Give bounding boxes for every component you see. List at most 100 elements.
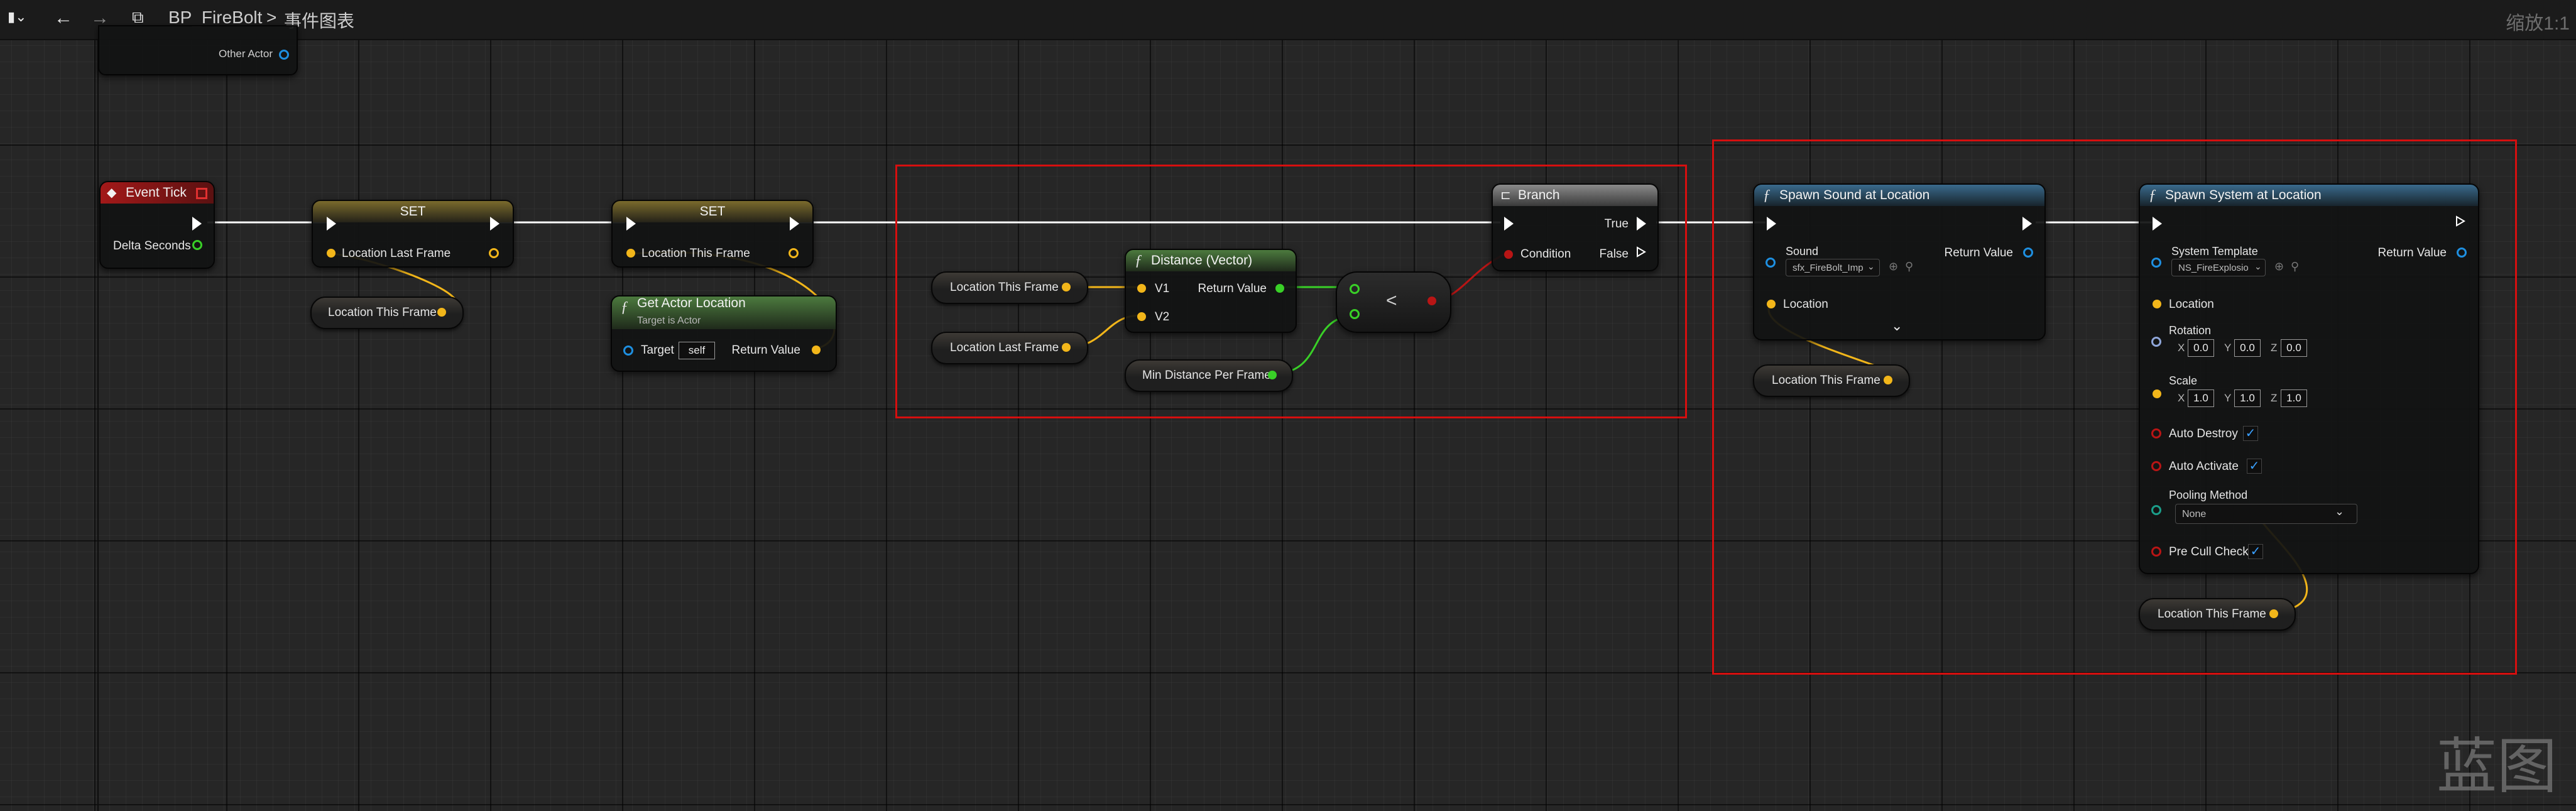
delegate-pin-icon[interactable] [196,188,207,199]
get-actor-location-node[interactable]: ƒ Get Actor Location Target is Actor Tar… [611,295,837,372]
browse-asset-icon[interactable]: ⊕ [1889,260,1898,273]
rotation-x-field[interactable]: 0.0 [2188,339,2214,357]
graph-menu-icon[interactable]: ▮⌄ [8,9,27,25]
target-self-field[interactable]: self [679,342,715,359]
getter-out-pin[interactable] [437,308,446,317]
get-actor-location-title: Get Actor Location [637,296,746,310]
event-tick-node[interactable]: ◆ Event Tick Delta Seconds [99,181,215,269]
v2-label: V2 [1155,310,1170,324]
location-pin[interactable] [1767,300,1776,308]
scale-z-field[interactable]: 1.0 [2281,389,2307,407]
location-last-frame-out-pin[interactable] [489,248,499,258]
condition-label: Condition [1520,248,1571,261]
delta-seconds-pin[interactable] [192,240,202,250]
location-this-frame-out-pin[interactable] [789,248,799,258]
rotation-y-field[interactable]: 0.0 [2234,339,2261,357]
scale-z-label: Z [2271,392,2278,404]
return-value-pin[interactable] [1275,284,1284,293]
exec-in-pin[interactable] [327,217,336,231]
auto-activate-pin[interactable] [2151,461,2161,471]
spawn-sound-header: ƒ Spawn Sound at Location [1754,185,2044,206]
search-icon[interactable]: ⚲ [2291,260,2299,273]
auto-destroy-pin[interactable] [2151,428,2161,438]
v1-label: V1 [1155,282,1170,295]
spawn-system-title: Spawn System at Location [2165,188,2322,202]
result-pin[interactable] [1427,297,1436,305]
v2-pin[interactable] [1137,312,1146,321]
return-value-pin[interactable] [2457,248,2467,258]
branch-node[interactable]: ⊏ Branch Condition True False [1492,183,1659,271]
distance-vector-node[interactable]: ƒ Distance (Vector) V1 V2 Return Value [1125,249,1297,333]
spawn-system-at-location-node[interactable]: ƒ Spawn System at Location System Templa… [2139,183,2479,574]
location-last-frame-in-pin[interactable] [327,249,336,258]
sound-pin[interactable] [1766,258,1776,268]
exec-out-pin[interactable] [790,217,799,231]
min-distance-per-frame-getter[interactable]: Min Distance Per Frame [1125,359,1293,392]
false-exec-pin[interactable] [1636,246,1646,258]
location-this-frame-getter[interactable]: Location This Frame [310,297,464,329]
target-pin[interactable] [623,346,633,356]
exec-out-pin[interactable] [490,217,499,231]
condition-pin[interactable] [1504,250,1513,259]
location-this-frame-getter[interactable]: Location This Frame [1753,364,1910,397]
exec-in-pin[interactable] [2153,217,2162,231]
other-actor-pin[interactable] [279,50,289,60]
scale-x-field[interactable]: 1.0 [2188,389,2214,407]
chevron-down-icon: ⌄ [2335,505,2345,518]
getter-out-pin[interactable] [1062,283,1071,291]
location-this-frame-getter[interactable]: Location This Frame [931,271,1088,304]
scale-pin[interactable] [2153,389,2161,398]
exec-out-pin[interactable] [192,217,202,231]
rotation-z-field[interactable]: 0.0 [2281,339,2307,357]
location-last-frame-getter[interactable]: Location Last Frame [931,332,1088,364]
return-value-label: Return Value [731,344,801,357]
pooling-method-pin[interactable] [2151,505,2161,515]
target-label: Target [641,344,674,357]
auto-activate-checkbox[interactable]: ✓ [2247,459,2262,474]
set-location-last-frame-node[interactable]: SET Location Last Frame [312,200,514,268]
get-actor-location-subtitle: Target is Actor [637,315,701,326]
scale-y-field[interactable]: 1.0 [2234,389,2261,407]
function-icon: ƒ [621,299,628,315]
return-value-label: Return Value [1198,282,1267,295]
system-template-dropdown[interactable]: NS_FireExplosio [2171,259,2266,276]
event-icon: ◆ [107,186,117,200]
return-value-pin[interactable] [2023,248,2033,258]
return-value-pin[interactable] [812,346,821,354]
distance-title: Distance (Vector) [1151,253,1253,268]
spawn-sound-at-location-node[interactable]: ƒ Spawn Sound at Location Sound sfx_Fire… [1753,183,2046,340]
exec-out-pin[interactable] [2455,215,2465,227]
getter-out-pin[interactable] [1268,371,1277,379]
back-arrow-icon[interactable]: ← [54,8,73,29]
distance-header: ƒ Distance (Vector) [1126,250,1296,271]
b-pin[interactable] [1350,309,1360,319]
browse-asset-icon[interactable]: ⊕ [2274,260,2284,273]
getter-out-pin[interactable] [2269,609,2278,618]
partial-event-node[interactable]: Other Actor [98,25,298,75]
search-icon[interactable]: ⚲ [1905,260,1913,273]
less-than-node[interactable]: < [1336,271,1451,333]
graph-left-edge [97,39,99,811]
true-exec-pin[interactable] [1637,217,1646,231]
auto-destroy-checkbox[interactable]: ✓ [2243,426,2258,441]
set-location-this-frame-node[interactable]: SET Location This Frame [611,200,814,268]
pooling-method-dropdown[interactable]: None [2175,504,2357,524]
system-template-pin[interactable] [2151,258,2161,268]
exec-in-pin[interactable] [1504,217,1514,231]
sound-asset-dropdown[interactable]: sfx_FireBolt_Imp [1786,259,1880,276]
exec-out-pin[interactable] [2022,217,2032,231]
exec-in-pin[interactable] [626,217,636,231]
pre-cull-check-checkbox[interactable]: ✓ [2248,544,2263,559]
location-pin[interactable] [2153,300,2161,308]
a-pin[interactable] [1350,284,1360,294]
expand-chevron-icon[interactable]: ⌄ [1891,318,1902,334]
getter-out-pin[interactable] [1884,376,1892,384]
location-this-frame-in-pin[interactable] [626,249,635,258]
getter-out-pin[interactable] [1062,343,1071,352]
v1-pin[interactable] [1137,284,1146,293]
exec-in-pin[interactable] [1767,217,1776,231]
location-this-frame-getter[interactable]: Location This Frame [2139,598,2296,631]
scale-label: Scale [2169,374,2198,387]
pre-cull-check-pin[interactable] [2151,547,2161,557]
rotation-pin[interactable] [2151,337,2161,347]
